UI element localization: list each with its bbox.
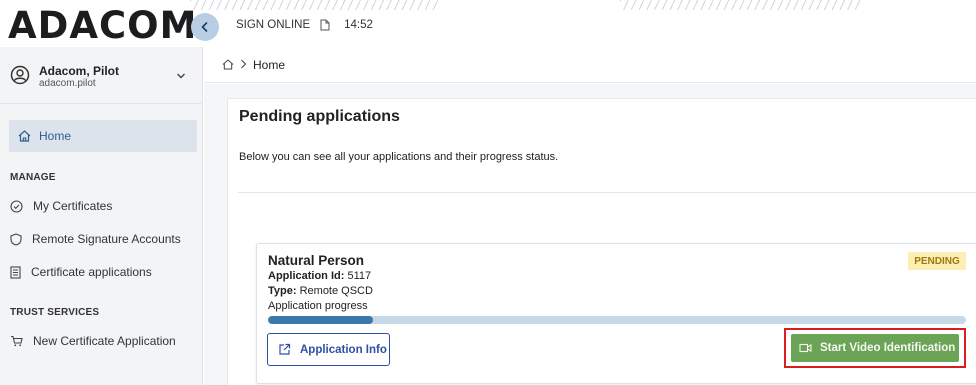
- section-title-manage: MANAGE: [10, 172, 56, 183]
- application-id-value: 5117: [347, 270, 372, 282]
- user-avatar-icon: [10, 65, 30, 85]
- breadcrumb-current: Home: [253, 57, 286, 72]
- sidebar-item-label: My Certificates: [33, 199, 113, 213]
- sidebar-item-label: New Certificate Application: [33, 334, 176, 348]
- start-video-identification-label: Start Video Identification: [820, 342, 956, 354]
- application-info-button[interactable]: Application Info: [267, 333, 390, 366]
- application-type-label: Type:: [268, 285, 297, 297]
- sidebar: Adacom, Pilot adacom.pilot Home MANAGE M…: [0, 47, 203, 385]
- section-title-trust-services: TRUST SERVICES: [10, 307, 100, 318]
- sidebar-item-new-certificate-application[interactable]: New Certificate Application: [10, 330, 200, 352]
- session-clock: 14:52: [344, 19, 373, 31]
- chevron-left-icon: [201, 22, 208, 32]
- application-id-label: Application Id:: [268, 270, 345, 282]
- document-icon: [320, 19, 330, 31]
- decorative-hatch: [190, 0, 440, 10]
- check-circle-icon: [10, 199, 23, 213]
- cart-icon: [11, 335, 23, 347]
- top-bar: ADACOM SIGN ONLINE 14:52: [0, 0, 976, 47]
- progress-fill: [268, 316, 373, 324]
- home-icon: [18, 130, 31, 142]
- progress-label: Application progress: [268, 300, 368, 312]
- sign-online-label: SIGN ONLINE: [236, 19, 311, 31]
- divider: [238, 192, 976, 193]
- user-menu[interactable]: Adacom, Pilot adacom.pilot: [0, 52, 203, 104]
- page-title: Pending applications: [239, 108, 400, 125]
- user-name: Adacom, Pilot: [39, 64, 120, 78]
- sidebar-item-my-certificates[interactable]: My Certificates: [10, 195, 200, 217]
- sidebar-item-label: Certificate applications: [31, 265, 152, 279]
- application-title: Natural Person: [268, 253, 365, 268]
- sidebar-item-home[interactable]: Home: [9, 120, 197, 152]
- shield-icon: [10, 232, 22, 246]
- sidebar-item-label: Home: [39, 129, 72, 143]
- sidebar-collapse-button[interactable]: [191, 13, 219, 41]
- start-video-identification-button[interactable]: Start Video Identification: [791, 334, 959, 362]
- home-icon[interactable]: [222, 59, 234, 70]
- sidebar-item-label: Remote Signature Accounts: [32, 232, 181, 246]
- application-type-value: Remote QSCD: [299, 285, 373, 297]
- sign-online-status: SIGN ONLINE 14:52: [236, 19, 373, 31]
- video-camera-icon: [799, 343, 812, 353]
- page-description: Below you can see all your applications …: [239, 151, 559, 163]
- application-info-label: Application Info: [300, 343, 387, 356]
- breadcrumb: Home: [204, 47, 976, 83]
- breadcrumb-separator: [240, 58, 247, 72]
- brand-logo: ADACOM: [8, 4, 198, 47]
- decorative-hatch: [620, 0, 860, 10]
- status-badge: PENDING: [908, 252, 966, 270]
- external-link-icon: [279, 343, 291, 355]
- sidebar-item-certificate-applications[interactable]: Certificate applications: [10, 261, 200, 283]
- application-id-row: Application Id: 5117: [268, 270, 371, 282]
- progress-bar: [268, 316, 966, 324]
- chevron-down-icon: [177, 73, 185, 79]
- user-login: adacom.pilot: [39, 78, 96, 89]
- application-type-row: Type: Remote QSCD: [268, 285, 373, 297]
- document-list-icon: [10, 265, 21, 279]
- sidebar-item-remote-signature-accounts[interactable]: Remote Signature Accounts: [10, 228, 200, 250]
